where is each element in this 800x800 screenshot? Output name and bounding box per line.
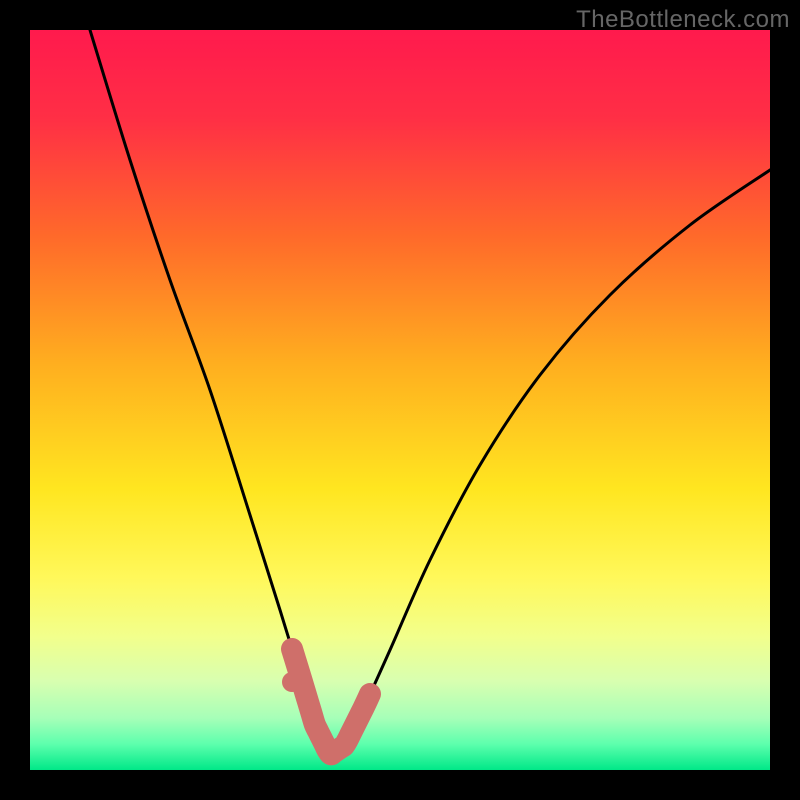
watermark-text: TheBottleneck.com [576,6,790,34]
highlight-segment [292,649,370,754]
highlight-dot [282,672,302,692]
plot-frame [30,30,770,770]
bottleneck-curve [90,30,770,756]
curve-layer [30,30,770,770]
